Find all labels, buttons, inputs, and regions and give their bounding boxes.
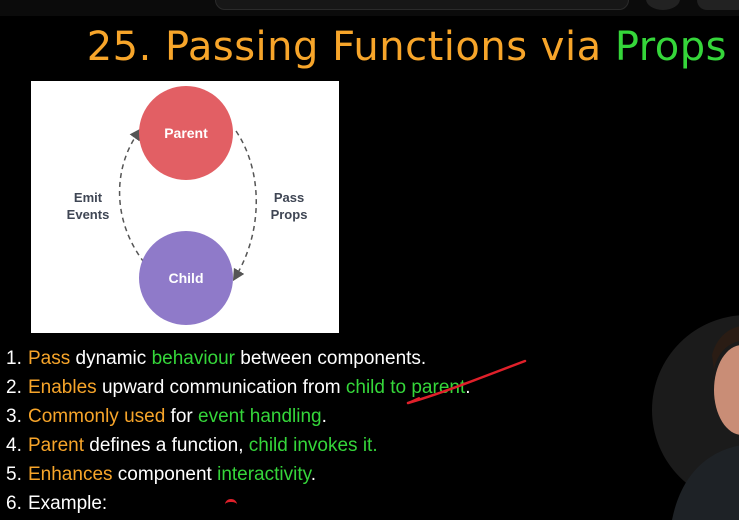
item-highlight: interactivity [217,464,311,485]
list-item: 2. Enables upward communication from chil… [6,373,471,402]
props-label-line1: Pass [274,190,304,205]
item-number: 3. [6,406,22,427]
title-highlight: Props [614,24,727,70]
pen-mark [225,499,237,510]
child-label: Child [169,270,204,286]
item-keyword: Parent [28,435,84,456]
emit-label-line2: Events [67,207,110,222]
pen-annotation [406,359,527,405]
item-keyword: Commonly used [28,406,166,427]
list-item: 5. Enhances component interactivity. [6,460,471,489]
title-text: 25. Passing Functions via [86,24,615,70]
list-item: 3. Commonly used for event handling. [6,402,471,431]
toolbar-button-right[interactable] [697,0,739,10]
item-highlight: child invokes it. [248,435,378,456]
item-text-end: . [310,464,316,485]
slide-title: 25. Passing Functions via Props [87,24,727,70]
item-text: dynamic [70,348,152,369]
item-highlight: event handling [198,406,322,427]
toolbar-button[interactable] [646,0,680,10]
item-text: component [112,464,218,485]
browser-top-bar [0,0,739,16]
item-highlight: behaviour [151,348,236,369]
item-keyword: Enhances [28,464,113,485]
list-item: 1. Pass dynamic behaviour between compone… [6,344,471,373]
item-number: 5. [6,464,22,485]
list-item: 4. Parent defines a function, child invok… [6,431,471,460]
item-number: 1. [6,348,22,369]
item-text: for [165,406,199,427]
diagram-svg: Parent Child Emit Events Pass Props [67,86,308,325]
item-text-end: between components. [235,348,427,369]
bullet-list: 1. Pass dynamic behaviour between compone… [6,344,471,518]
item-text: upward communication from [96,377,346,398]
item-text: defines a function, [83,435,249,456]
item-text-end: . [321,406,327,427]
item-number: 2. [6,377,22,398]
item-keyword: Enables [28,377,97,398]
item-number: 4. [6,435,22,456]
props-label-line2: Props [271,207,308,222]
props-diagram: Parent Child Emit Events Pass Props [31,81,339,333]
address-bar[interactable] [215,0,629,10]
presenter-webcam [652,315,739,520]
item-keyword: Pass [28,348,71,369]
parent-label: Parent [164,125,208,141]
pass-props-arrow [232,130,257,282]
emit-label-line1: Emit [74,190,103,205]
